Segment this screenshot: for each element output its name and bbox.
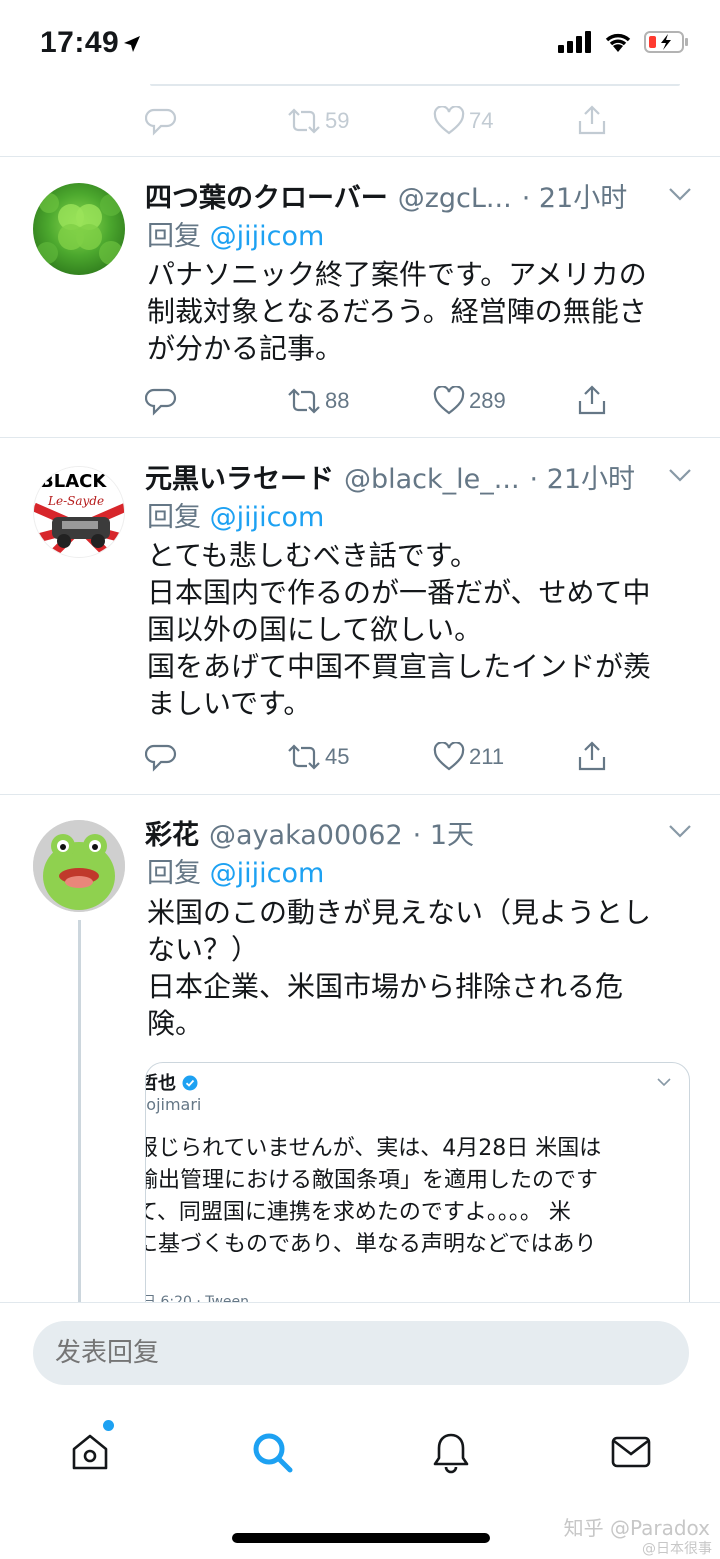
clover-image	[36, 193, 123, 265]
reply-context: 回复 @jijicom	[147, 495, 324, 534]
chevron-down-icon[interactable]	[668, 186, 692, 202]
mention-link[interactable]: @jijicom	[210, 221, 325, 252]
reply-icon	[145, 744, 177, 772]
chevron-down-icon[interactable]	[668, 467, 692, 483]
share-button[interactable]	[577, 104, 607, 136]
retweet-count: 59	[325, 108, 350, 133]
divider	[0, 794, 720, 795]
username[interactable]: @zgcL...	[398, 183, 512, 214]
avatar[interactable]	[33, 183, 125, 275]
like-count: 74	[469, 108, 494, 133]
divider	[0, 437, 720, 438]
retweet-icon	[288, 388, 320, 414]
chevron-down-icon[interactable]	[657, 1077, 671, 1087]
bell-icon	[433, 1433, 469, 1474]
cellular-signal-icon	[558, 31, 591, 53]
quoted-name-text: 哲也	[146, 1073, 176, 1094]
location-arrow-icon	[124, 36, 140, 52]
reply-button[interactable]	[145, 742, 177, 774]
quoted-username: tojimari	[145, 1095, 202, 1114]
retweet-icon	[288, 108, 320, 134]
username[interactable]: @black_le_...	[344, 464, 520, 495]
home-indicator[interactable]	[232, 1533, 490, 1543]
tweet-text: 米国のこの動きが見えない（見ようとし ない？） 日本企業、米国市場から排除される…	[147, 896, 652, 1040]
heart-icon	[433, 386, 465, 415]
share-button[interactable]	[577, 384, 607, 416]
tab-home[interactable]	[60, 1420, 120, 1482]
display-name[interactable]: 四つ葉のクローバー	[145, 176, 388, 215]
quoted-display-name: 哲也	[146, 1069, 198, 1095]
quoted-card-bottom-edge	[150, 84, 680, 86]
mention-link[interactable]: @jijicom	[210, 858, 325, 889]
retweet-count: 88	[325, 388, 350, 413]
tweet-time: · 21小时	[521, 183, 628, 214]
tab-messages[interactable]	[601, 1422, 661, 1482]
like-count: 211	[469, 744, 505, 769]
like-count: 289	[469, 388, 506, 413]
tweet-time: · 21小时	[529, 464, 636, 495]
quoted-tweet-text: 报じられていませんが、実は、4月28日 米国は 输出管理における敵国条項」を適用…	[145, 1136, 602, 1257]
avatar[interactable]	[33, 820, 125, 912]
tab-search[interactable]	[242, 1422, 302, 1482]
share-icon	[578, 105, 606, 135]
reply-button[interactable]	[145, 106, 177, 138]
battery-low-icon	[644, 31, 688, 53]
mention-link[interactable]: @jijicom	[210, 502, 325, 533]
divider	[0, 156, 720, 157]
retweet-button[interactable]: 45	[287, 742, 349, 772]
avatar[interactable]: BLACK Le-Sayde	[33, 466, 125, 558]
username[interactable]: @ayaka00062	[209, 820, 403, 851]
frog-plush-image	[33, 820, 125, 912]
retweet-button[interactable]: 59	[287, 106, 349, 136]
retweet-button[interactable]: 88	[287, 386, 349, 416]
tab-bar: 知乎 @Paradox @日本很事	[0, 1400, 720, 1559]
svg-text:BLACK: BLACK	[40, 471, 107, 492]
chevron-down-icon[interactable]	[668, 823, 692, 839]
share-button[interactable]	[577, 740, 607, 772]
like-button[interactable]: 211	[433, 742, 504, 772]
reply-icon	[145, 108, 177, 136]
tweet-actions: 45 211	[145, 740, 615, 780]
search-icon	[253, 1433, 293, 1473]
like-button[interactable]: 289	[433, 386, 506, 416]
reply-input[interactable]	[33, 1321, 689, 1385]
reply-context: 回复 @jijicom	[147, 851, 324, 890]
status-time: 17:49	[40, 26, 120, 59]
reply-button[interactable]	[145, 386, 177, 418]
display-name[interactable]: 元黒いラセード	[145, 457, 334, 496]
heart-icon	[433, 742, 465, 771]
share-icon	[578, 741, 606, 771]
envelope-icon	[611, 1436, 651, 1468]
reply-icon	[145, 388, 177, 416]
retweet-count: 45	[325, 744, 350, 769]
share-icon	[578, 385, 606, 415]
like-button[interactable]: 74	[433, 106, 493, 136]
reply-context: 回复 @jijicom	[147, 214, 324, 253]
retweet-icon	[288, 744, 320, 770]
home-icon	[72, 1434, 108, 1470]
verified-badge-icon	[182, 1075, 198, 1091]
watermark: 知乎 @Paradox	[563, 1516, 710, 1540]
svg-text:Le-Sayde: Le-Sayde	[47, 494, 104, 508]
reply-prefix: 回复	[147, 858, 201, 889]
prev-tweet-actions: 59 74	[145, 104, 615, 144]
rising-sun-car-image: BLACK Le-Sayde	[34, 467, 124, 557]
tweet-text: パナソニック終了案件です。アメリカの 制裁対象となるだろう。経営陣の無能さ が分…	[147, 258, 647, 365]
reply-bar	[0, 1302, 720, 1400]
thread-line	[78, 920, 81, 1320]
tweet-text: とても悲しむべき話です。 日本国内で作るのが一番だが、せめて中 国以外の国にして…	[147, 539, 652, 720]
tab-notifications[interactable]	[421, 1422, 481, 1482]
wifi-icon	[605, 33, 631, 52]
status-bar: 17:49	[0, 0, 720, 86]
quoted-tweet-card[interactable]: 哲也 tojimari 报じられていませんが、実は、4月28日 米国は 输出管理…	[145, 1062, 690, 1322]
heart-icon	[433, 106, 465, 135]
tweet-time: · 1天	[412, 820, 475, 851]
tweet-actions: 88 289	[145, 384, 615, 424]
display-name[interactable]: 彩花	[145, 813, 199, 852]
reply-prefix: 回复	[147, 502, 201, 533]
watermark-sub: @日本很事	[642, 1541, 712, 1557]
new-content-dot	[103, 1420, 114, 1431]
reply-prefix: 回复	[147, 221, 201, 252]
